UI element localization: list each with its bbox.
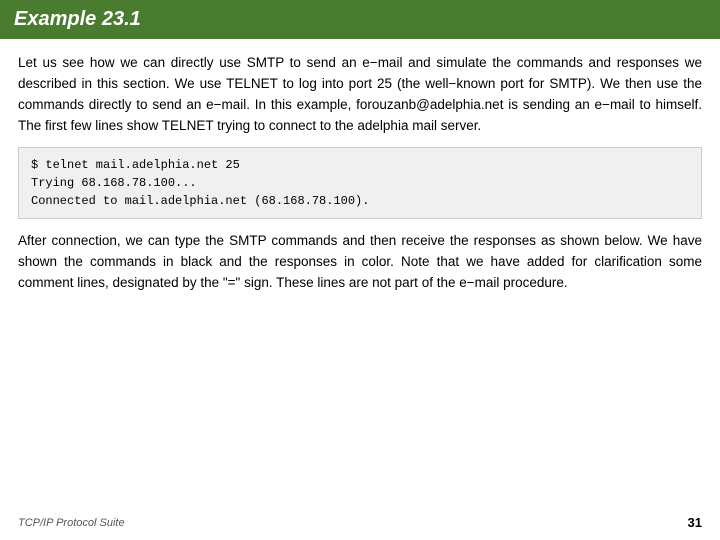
footer-page-number: 31 <box>688 515 702 530</box>
example-title: Example 23.1 <box>14 8 141 31</box>
footer-course-label: TCP/IP Protocol Suite <box>18 517 125 529</box>
page-footer: TCP/IP Protocol Suite 31 <box>18 515 702 530</box>
code-line-3: Connected to mail.adelphia.net (68.168.7… <box>31 192 689 210</box>
code-line-1: $ telnet mail.adelphia.net 25 <box>31 156 689 174</box>
page-header: Example 23.1 <box>0 0 720 39</box>
paragraph-2: After connection, we can type the SMTP c… <box>18 231 702 294</box>
code-block: $ telnet mail.adelphia.net 25 Trying 68.… <box>18 147 702 219</box>
code-line-2: Trying 68.168.78.100... <box>31 174 689 192</box>
paragraph-1: Let us see how we can directly use SMTP … <box>18 53 702 137</box>
main-content: Let us see how we can directly use SMTP … <box>0 39 720 303</box>
